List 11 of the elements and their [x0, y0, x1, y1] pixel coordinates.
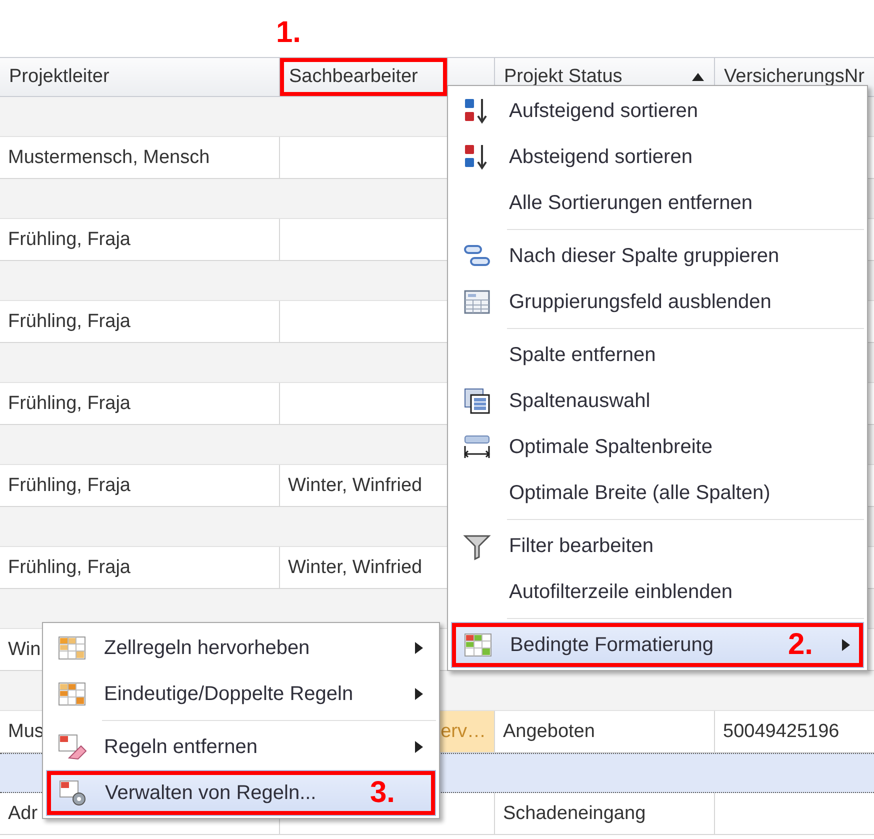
- table-cell: Angeboten: [495, 711, 715, 753]
- table-cell: Mustermensch, Mensch: [0, 137, 280, 179]
- table-cell: Schadeneingang: [495, 793, 715, 835]
- step-number: 2.: [788, 628, 813, 662]
- table-cell: Frühling, Fraja: [0, 219, 280, 261]
- table-cell: Frühling, Fraja: [0, 301, 280, 343]
- table-cell: Frühling, Fraja: [0, 547, 280, 589]
- step-number: 3.: [370, 776, 395, 810]
- table-cell: Frühling, Fraja: [0, 383, 280, 425]
- table-cell: Frühling, Fraja: [0, 465, 280, 507]
- step-number: 1.: [276, 16, 302, 50]
